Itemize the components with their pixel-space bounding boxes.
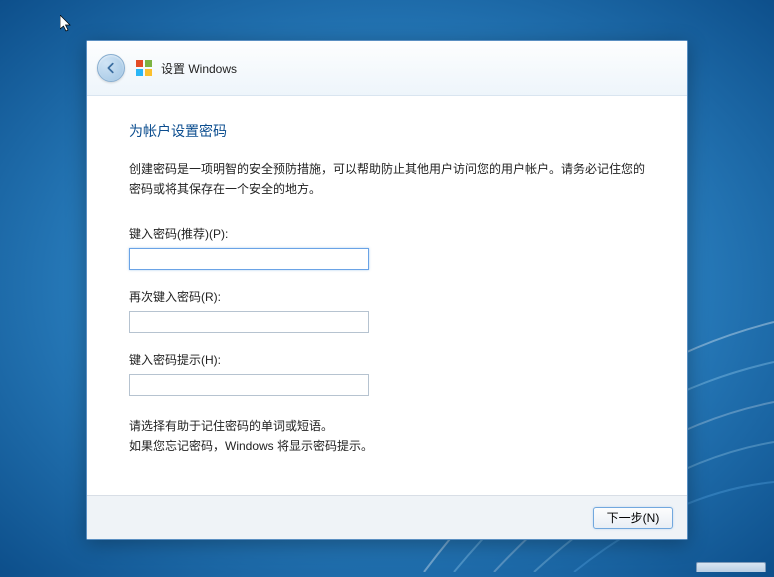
taskbar-fragment: [696, 562, 766, 572]
confirm-field-group: 再次键入密码(R):: [129, 288, 645, 333]
hint-description: 请选择有助于记住密码的单词或短语。 如果您忘记密码，Windows 将显示密码提…: [129, 416, 645, 457]
hint-line2: 如果您忘记密码，Windows 将显示密码提示。: [129, 436, 645, 456]
password-field-group: 键入密码(推荐)(P):: [129, 225, 645, 270]
confirm-label: 再次键入密码(R):: [129, 288, 645, 305]
page-title: 为帐户设置密码: [129, 121, 645, 141]
hint-line1: 请选择有助于记住密码的单词或短语。: [129, 416, 645, 436]
hint-label: 键入密码提示(H):: [129, 351, 645, 368]
window-title: 设置 Windows: [161, 60, 237, 77]
window-header: 设置 Windows: [87, 41, 687, 96]
setup-window: 设置 Windows 为帐户设置密码 创建密码是一项明智的安全预防措施，可以帮助…: [86, 40, 688, 540]
hint-field-group: 键入密码提示(H):: [129, 351, 645, 396]
window-footer: 下一步(N): [87, 495, 687, 539]
password-label: 键入密码(推荐)(P):: [129, 225, 645, 242]
back-button[interactable]: [97, 54, 125, 82]
hint-input[interactable]: [129, 374, 369, 396]
cursor-icon: [60, 15, 74, 38]
next-button[interactable]: 下一步(N): [593, 507, 673, 529]
content-area: 为帐户设置密码 创建密码是一项明智的安全预防措施，可以帮助防止其他用户访问您的用…: [87, 96, 687, 495]
password-input[interactable]: [129, 248, 369, 270]
page-description: 创建密码是一项明智的安全预防措施，可以帮助防止其他用户访问您的用户帐户。请务必记…: [129, 159, 645, 200]
windows-icon: [135, 59, 153, 77]
confirm-input[interactable]: [129, 311, 369, 333]
